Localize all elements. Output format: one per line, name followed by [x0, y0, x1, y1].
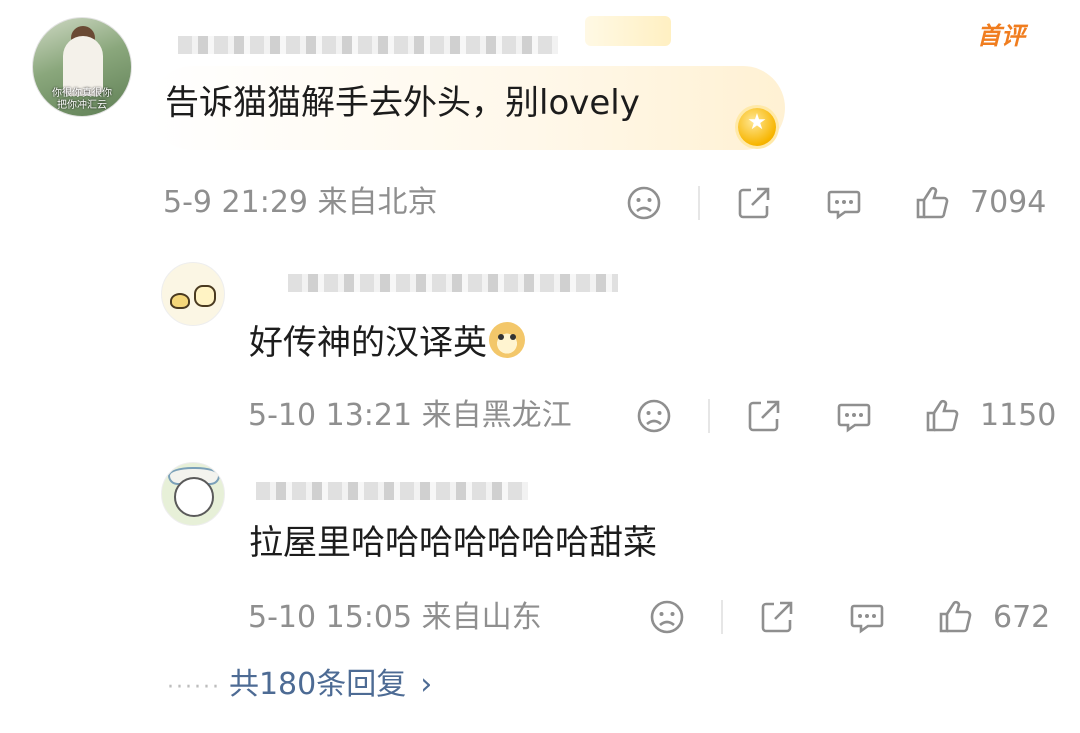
comment-icon[interactable]: [825, 184, 863, 222]
fan-badge: [585, 16, 671, 46]
reply-text: 好传神的汉译英: [249, 322, 525, 363]
first-comment-badge: 首评: [977, 22, 1025, 50]
reply-username-redacted[interactable]: [256, 482, 528, 500]
reply-time: 5-10 15:05 来自山东: [248, 600, 542, 635]
sad-face-icon[interactable]: [625, 184, 663, 222]
reply-text: 拉屋里哈哈哈哈哈哈哈甜菜: [249, 523, 657, 563]
like-count: 672: [993, 600, 1051, 635]
comment-avatar[interactable]: 你很你真很你 把你冲汇云: [32, 17, 132, 117]
reply-avatar[interactable]: [161, 262, 225, 326]
share-icon[interactable]: [758, 598, 796, 636]
share-icon[interactable]: [735, 184, 773, 222]
divider: [708, 399, 710, 433]
chevron-right-icon[interactable]: ›: [420, 667, 432, 702]
avatar-caption: 你很你真很你 把你冲汇云: [52, 88, 112, 111]
like-count: 1150: [980, 398, 1057, 433]
sad-face-icon[interactable]: [648, 598, 686, 636]
doge-emoji-icon: [489, 322, 525, 358]
comment-text: 告诉猫猫解手去外头，别lovely: [165, 83, 640, 123]
comment-time: 5-9 21:29 来自北京: [163, 185, 438, 220]
sad-face-icon[interactable]: [635, 397, 673, 435]
comment-icon[interactable]: [835, 397, 873, 435]
divider: [721, 600, 723, 634]
more-dots: ······: [167, 675, 221, 700]
more-replies-link[interactable]: ······ 共180条回复 ›: [167, 665, 432, 708]
share-icon[interactable]: [745, 397, 783, 435]
thumbs-up-icon[interactable]: [913, 184, 951, 222]
thumbs-up-icon[interactable]: [923, 397, 961, 435]
more-replies-label[interactable]: 共180条回复: [229, 667, 406, 702]
like-count: 7094: [970, 185, 1047, 220]
reply-username-redacted[interactable]: [288, 274, 618, 292]
reply-time: 5-10 13:21 来自黑龙江: [248, 398, 572, 433]
username-redacted[interactable]: [178, 36, 558, 54]
thumbs-up-icon[interactable]: [936, 598, 974, 636]
avatar-person: [63, 36, 103, 96]
reply-avatar[interactable]: [161, 462, 225, 526]
comment-icon[interactable]: [848, 598, 886, 636]
divider: [698, 186, 700, 220]
crown-medal-icon: ★: [728, 102, 786, 152]
